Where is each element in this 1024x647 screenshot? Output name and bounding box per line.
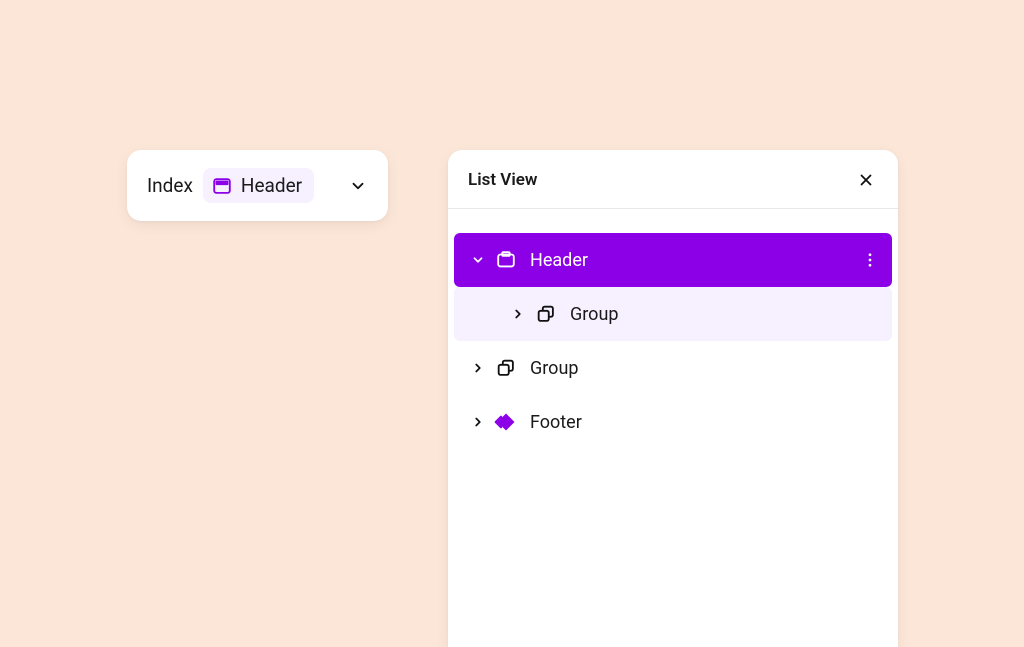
group-icon <box>494 356 518 380</box>
close-icon <box>857 171 875 189</box>
header-icon <box>211 175 233 197</box>
chevron-right-icon <box>471 415 485 429</box>
list-view-header: List View <box>448 150 898 209</box>
footer-icon <box>494 410 518 434</box>
expand-toggle[interactable] <box>468 415 488 429</box>
chevron-right-icon <box>511 307 525 321</box>
chevron-down-icon <box>471 253 485 267</box>
chevron-right-icon <box>471 361 485 375</box>
tree-row-label: Header <box>530 250 588 271</box>
tree-row-group[interactable]: Group <box>454 287 892 341</box>
breadcrumb-chip[interactable]: Header <box>203 168 314 203</box>
tree-row-label: Footer <box>530 412 582 433</box>
breadcrumb: Index Header <box>127 150 388 221</box>
group-icon <box>534 302 558 326</box>
chevron-down-icon <box>349 177 367 195</box>
tree-row-footer[interactable]: Footer <box>454 395 892 449</box>
tree-row-header[interactable]: Header <box>454 233 892 287</box>
more-vertical-icon <box>861 251 879 269</box>
more-button[interactable] <box>860 251 880 269</box>
header-icon <box>494 248 518 272</box>
list-view-title: List View <box>468 170 537 190</box>
expand-toggle[interactable] <box>468 361 488 375</box>
tree: Header <box>448 209 898 461</box>
breadcrumb-dropdown[interactable] <box>344 172 372 200</box>
tree-row-label: Group <box>570 304 618 325</box>
tree-row-group[interactable]: Group <box>454 341 892 395</box>
tree-row-label: Group <box>530 358 578 379</box>
list-view-panel: List View <box>448 150 898 647</box>
expand-toggle[interactable] <box>468 253 488 267</box>
expand-toggle[interactable] <box>508 307 528 321</box>
breadcrumb-chip-label: Header <box>241 174 302 197</box>
close-button[interactable] <box>854 168 878 192</box>
breadcrumb-root[interactable]: Index <box>147 174 193 197</box>
